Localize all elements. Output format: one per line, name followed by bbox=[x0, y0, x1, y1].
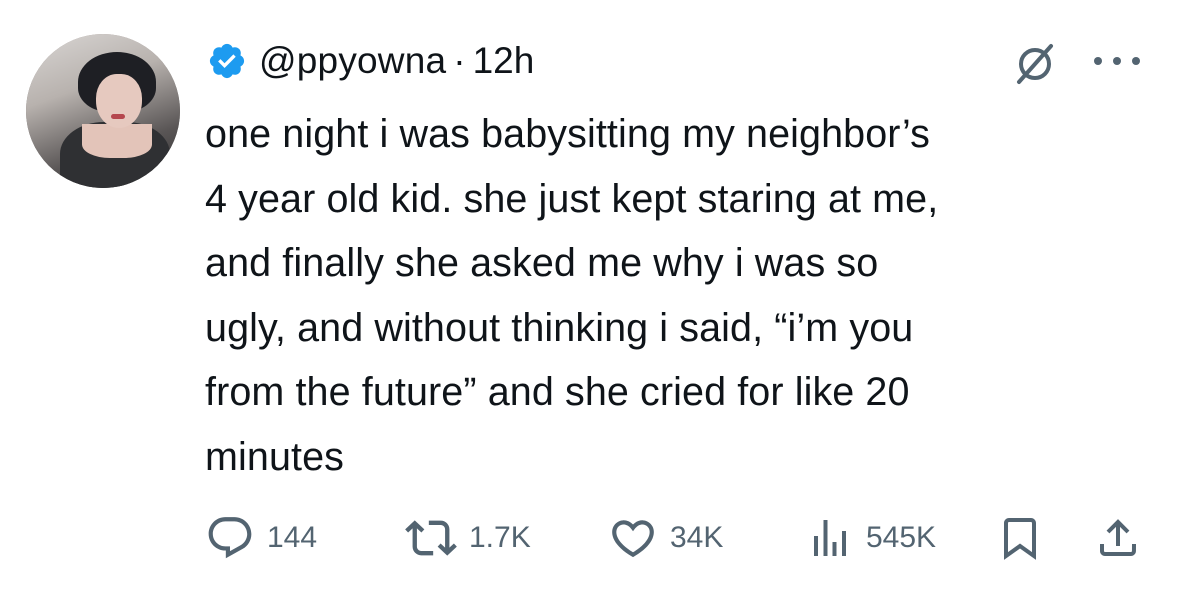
tweet: @ppyowna · 12h one night i was babysitti… bbox=[0, 0, 1179, 602]
tweet-header: @ppyowna · 12h bbox=[207, 36, 534, 86]
tweet-text: one night i was babysitting my neighbor’… bbox=[205, 112, 939, 479]
views-icon bbox=[814, 520, 846, 556]
like-count: 34K bbox=[670, 521, 724, 554]
like-button[interactable]: 34K bbox=[608, 510, 723, 566]
more-icon[interactable] bbox=[1088, 46, 1146, 76]
bookmark-button[interactable] bbox=[996, 510, 1044, 566]
separator-dot: · bbox=[453, 40, 466, 81]
action-bar: 144 1.7K 34K 545K bbox=[0, 510, 1179, 566]
reply-button[interactable]: 144 bbox=[205, 510, 317, 566]
views-button[interactable]: 545K bbox=[806, 510, 936, 566]
user-handle[interactable]: @ppyowna bbox=[259, 40, 446, 82]
share-button[interactable] bbox=[1094, 510, 1142, 566]
timestamp[interactable]: 12h bbox=[473, 40, 535, 82]
share-icon bbox=[1100, 519, 1136, 556]
repost-button[interactable]: 1.7K bbox=[405, 510, 531, 566]
repost-icon bbox=[405, 520, 457, 556]
verified-badge-icon bbox=[209, 43, 245, 79]
grok-icon[interactable] bbox=[1013, 42, 1057, 86]
bookmark-icon bbox=[1004, 518, 1036, 560]
heart-icon bbox=[612, 520, 654, 558]
repost-count: 1.7K bbox=[469, 521, 531, 554]
views-count: 545K bbox=[866, 521, 937, 554]
reply-icon bbox=[208, 517, 252, 559]
reply-count: 144 bbox=[267, 521, 318, 554]
avatar[interactable] bbox=[26, 34, 180, 188]
